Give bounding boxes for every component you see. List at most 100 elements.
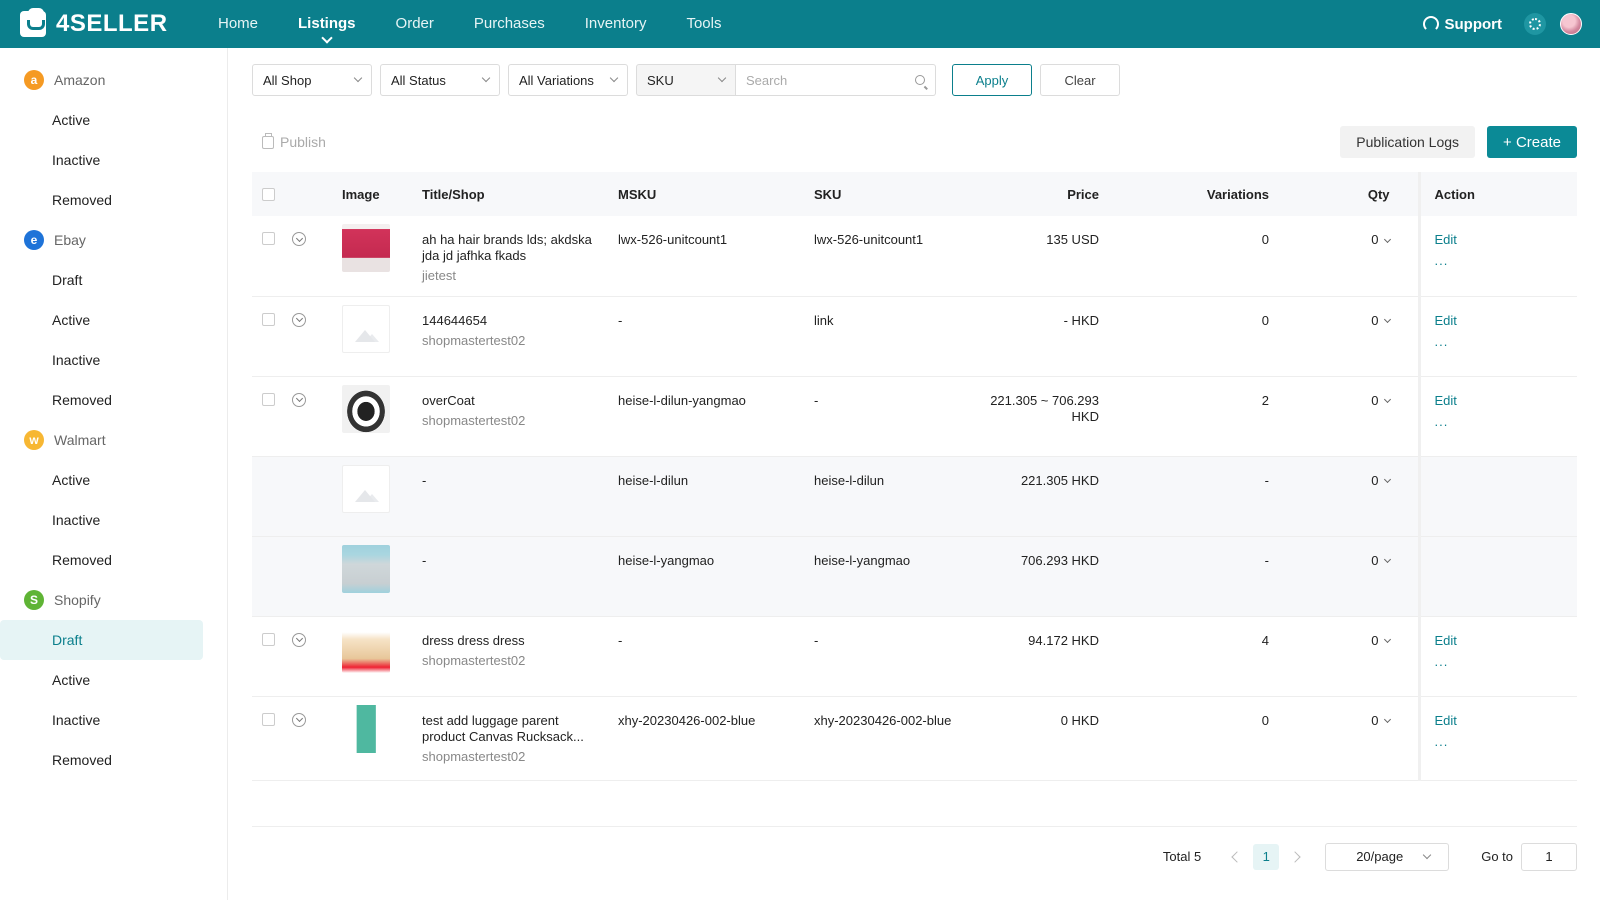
qty-cell[interactable]: 0 xyxy=(1289,216,1419,297)
publish-label: Publish xyxy=(280,134,326,150)
row-checkbox[interactable] xyxy=(262,232,275,245)
channel-amazon[interactable]: a Amazon xyxy=(0,60,227,100)
brand-logo[interactable]: 4SELLER xyxy=(20,8,190,38)
sidebar-item-amazon-active[interactable]: Active xyxy=(0,100,203,140)
search-icon[interactable] xyxy=(915,75,925,85)
product-title: dress dress dress xyxy=(422,632,525,648)
sidebar-item-amazon-removed[interactable]: Removed xyxy=(0,180,203,220)
chevron-down-icon xyxy=(1383,716,1391,724)
variations-cell: 4 xyxy=(1119,616,1289,697)
qty-cell[interactable]: 0 xyxy=(1289,456,1419,537)
shop-name: shopmastertest02 xyxy=(422,332,526,348)
channel-walmart[interactable]: w Walmart xyxy=(0,420,227,460)
edit-link[interactable]: Edit xyxy=(1435,713,1578,728)
sidebar-item-walmart-inactive[interactable]: Inactive xyxy=(0,500,203,540)
sidebar-item-ebay-removed[interactable]: Removed xyxy=(0,380,203,420)
sidebar-item-walmart-removed[interactable]: Removed xyxy=(0,540,203,580)
variations-select-value: All Variations xyxy=(519,72,594,88)
chevron-left-icon[interactable] xyxy=(1231,850,1243,863)
apply-button[interactable]: Apply xyxy=(952,64,1032,96)
price-cell: 94.172 HKD xyxy=(984,616,1119,697)
goto-page-input[interactable] xyxy=(1521,842,1577,871)
page-size-select[interactable]: 20/page xyxy=(1325,842,1450,871)
sidebar-item-ebay-active[interactable]: Active xyxy=(0,300,203,340)
sidebar-item-shopify-active[interactable]: Active xyxy=(0,660,203,700)
publication-logs-button[interactable]: Publication Logs xyxy=(1340,126,1476,158)
sidebar-item-walmart-active[interactable]: Active xyxy=(0,460,203,500)
variations-cell: 0 xyxy=(1119,696,1289,781)
chevron-right-icon[interactable] xyxy=(1289,850,1301,863)
edit-link[interactable]: Edit xyxy=(1435,633,1578,648)
row-checkbox[interactable] xyxy=(262,392,275,406)
nav-inventory[interactable]: Inventory xyxy=(565,0,667,48)
more-actions-link[interactable]: ... xyxy=(1435,654,1578,669)
edit-link[interactable]: Edit xyxy=(1435,393,1578,408)
status-select[interactable]: All Status xyxy=(380,64,500,96)
sidebar-item-shopify-removed[interactable]: Removed xyxy=(0,740,203,780)
edit-link[interactable]: Edit xyxy=(1435,232,1578,247)
sidebar-item-shopify-inactive[interactable]: Inactive xyxy=(0,700,203,740)
product-image xyxy=(342,624,390,673)
msku-cell: heise-l-yangmao xyxy=(618,536,814,617)
expand-icon[interactable] xyxy=(292,392,306,407)
chevron-down-icon xyxy=(1383,636,1391,644)
qty-value: 0 xyxy=(1371,312,1379,328)
more-actions-link[interactable]: ... xyxy=(1435,334,1578,349)
nav-home[interactable]: Home xyxy=(198,0,278,48)
row-checkbox[interactable] xyxy=(262,712,275,726)
sidebar-item-ebay-draft[interactable]: Draft xyxy=(0,260,203,300)
search-box xyxy=(736,64,936,96)
row-checkbox[interactable] xyxy=(262,632,275,646)
edit-link[interactable]: Edit xyxy=(1435,313,1578,328)
variations-cell: 0 xyxy=(1119,216,1289,297)
more-actions-link[interactable]: ... xyxy=(1435,253,1578,268)
nav-purchases[interactable]: Purchases xyxy=(454,0,565,48)
action-cell xyxy=(1417,456,1577,537)
nav-tools[interactable]: Tools xyxy=(666,0,741,48)
qty-cell[interactable]: 0 xyxy=(1289,616,1419,697)
settings-button[interactable] xyxy=(1524,13,1546,35)
variations-select[interactable]: All Variations xyxy=(508,64,628,96)
nav-listings[interactable]: Listings xyxy=(278,0,376,48)
create-button[interactable]: + Create xyxy=(1487,126,1577,158)
sidebar-item-shopify-draft[interactable]: Draft xyxy=(0,620,203,660)
sidebar-item-ebay-inactive[interactable]: Inactive xyxy=(0,340,203,380)
qty-cell[interactable]: 0 xyxy=(1289,536,1419,617)
qty-cell[interactable]: 0 xyxy=(1289,696,1419,781)
sidebar-item-amazon-inactive[interactable]: Inactive xyxy=(0,140,203,180)
pagination: Total 5 1 20/page Go to xyxy=(252,826,1577,886)
sku-cell: xhy-20230426-002-blue xyxy=(814,696,984,781)
table-row: 144644654 shopmastertest02 - link - HKD 0… xyxy=(252,296,1578,377)
expand-icon[interactable] xyxy=(292,232,306,246)
channel-ebay[interactable]: e Ebay xyxy=(0,220,227,260)
shop-name: shopmastertest02 xyxy=(422,412,526,428)
search-field-select[interactable]: SKU xyxy=(636,64,736,96)
walmart-icon: w xyxy=(24,430,44,450)
chevron-down-icon xyxy=(481,73,491,83)
qty-value: 0 xyxy=(1371,232,1379,247)
shop-select[interactable]: All Shop xyxy=(252,64,372,96)
row-checkbox[interactable] xyxy=(262,312,275,326)
support-button[interactable]: Support xyxy=(1422,16,1502,33)
channel-shopify[interactable]: S Shopify xyxy=(0,580,227,620)
expand-icon[interactable] xyxy=(292,632,306,647)
publish-button[interactable]: Publish xyxy=(252,132,326,150)
clear-button[interactable]: Clear xyxy=(1040,64,1120,96)
chevron-down-icon xyxy=(1383,476,1391,484)
more-actions-link[interactable]: ... xyxy=(1435,414,1578,429)
expand-icon[interactable] xyxy=(292,312,306,327)
select-all-checkbox[interactable] xyxy=(262,187,275,201)
product-title: 144644654 xyxy=(422,312,488,328)
more-actions-link[interactable]: ... xyxy=(1435,734,1578,749)
msku-cell: - xyxy=(618,296,814,377)
user-avatar[interactable] xyxy=(1560,13,1582,35)
table-row: test add luggage parent product Canvas R… xyxy=(252,696,1578,781)
search-input[interactable] xyxy=(746,72,896,88)
page-number-button[interactable]: 1 xyxy=(1253,843,1280,870)
expand-icon[interactable] xyxy=(292,712,306,727)
qty-cell[interactable]: 0 xyxy=(1289,376,1419,457)
qty-cell[interactable]: 0 xyxy=(1289,296,1419,377)
search-field-value: SKU xyxy=(647,72,674,88)
price-cell: 221.305 ~ 706.293 HKD xyxy=(984,376,1119,457)
nav-order[interactable]: Order xyxy=(376,0,454,48)
